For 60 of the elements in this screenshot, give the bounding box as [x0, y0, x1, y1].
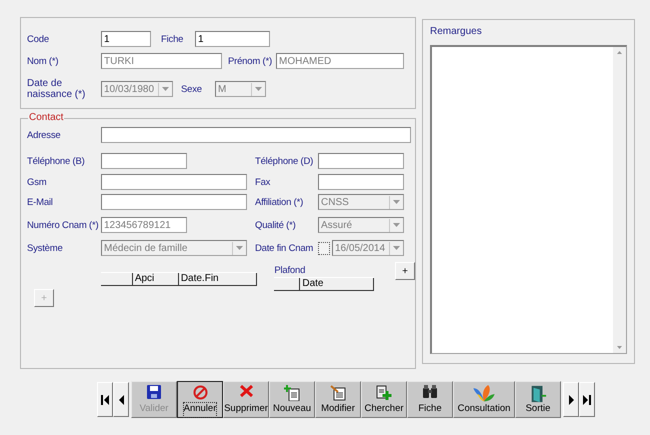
field-label: Fiche [160, 34, 184, 44]
toolbar-button[interactable]: Supprimer [223, 381, 269, 418]
previous-icon [118, 394, 124, 404]
binoculars-icon [422, 385, 438, 398]
edit-document-icon [330, 385, 346, 401]
field-label: Date fin Cnam [255, 242, 314, 254]
toolbar-button[interactable]: Consultation [453, 381, 515, 418]
scroll-down-icon[interactable] [617, 346, 622, 349]
field-label: Sexe [180, 84, 203, 94]
scroll-up-icon[interactable] [617, 51, 622, 54]
field-label: Gsm [27, 176, 48, 188]
next-record-button[interactable] [563, 382, 579, 417]
gsm-field[interactable] [101, 174, 247, 190]
toolbar-button[interactable]: Fiche [407, 381, 453, 418]
remarks-field[interactable] [430, 45, 627, 354]
toolbar-button[interactable]: Chercher [361, 381, 407, 418]
field-label: Téléphone (B) [27, 156, 86, 166]
butterfly-icon [471, 385, 497, 403]
remarks-label: Remargues [430, 25, 483, 39]
door-exit-icon [529, 385, 547, 403]
field-label: Adresse [27, 130, 62, 140]
document-plus-icon [376, 385, 392, 401]
toolbar-button[interactable]: Nouveau [269, 381, 315, 418]
field-label: Téléphone (D) [255, 156, 314, 166]
field-label: Code [27, 34, 50, 44]
telephone-field[interactable] [101, 153, 187, 169]
next-icon [568, 394, 574, 404]
add-button[interactable]: + [395, 262, 415, 280]
telephone-field[interactable] [318, 153, 404, 169]
field-label: Fax [255, 176, 272, 188]
column-header: Date [300, 278, 374, 290]
adresse-field[interactable] [101, 127, 411, 143]
skip-first-icon [101, 394, 109, 404]
toolbar-button[interactable]: Sortie [515, 381, 561, 418]
last-record-button[interactable] [579, 382, 595, 417]
plafond-label: Plafond [274, 265, 306, 277]
group-title: Contact [28, 112, 64, 123]
code-field[interactable]: 1 [101, 31, 151, 47]
previous-record-button[interactable] [113, 382, 129, 417]
scrollbar[interactable] [613, 47, 626, 353]
skip-last-icon [583, 394, 591, 404]
fax-field[interactable] [318, 174, 404, 190]
prohibited-icon [192, 385, 208, 400]
field-label: Date de naissance (*) [27, 78, 86, 100]
email-field[interactable] [101, 194, 247, 210]
field-label: E-Mail [27, 196, 54, 208]
field-label: Prénom (*) [227, 56, 273, 66]
field-label: Qualité (*) [255, 220, 297, 230]
column-header: Apci [132, 273, 179, 285]
fiche-field[interactable]: 1 [195, 31, 270, 47]
delete-icon [240, 385, 252, 397]
toolbar-button[interactable]: Modifier [315, 381, 361, 418]
field-label: Numéro Cnam (*) [27, 220, 100, 230]
field-label: Affiliation (*) [255, 196, 304, 208]
new-document-icon [284, 385, 300, 401]
first-record-button[interactable] [97, 382, 113, 417]
field-label: Système [27, 242, 64, 254]
toolbar-button[interactable]: Annuler [177, 381, 223, 418]
column-header: Date.Fin [178, 273, 257, 285]
field-label: Nom (*) [27, 56, 60, 66]
